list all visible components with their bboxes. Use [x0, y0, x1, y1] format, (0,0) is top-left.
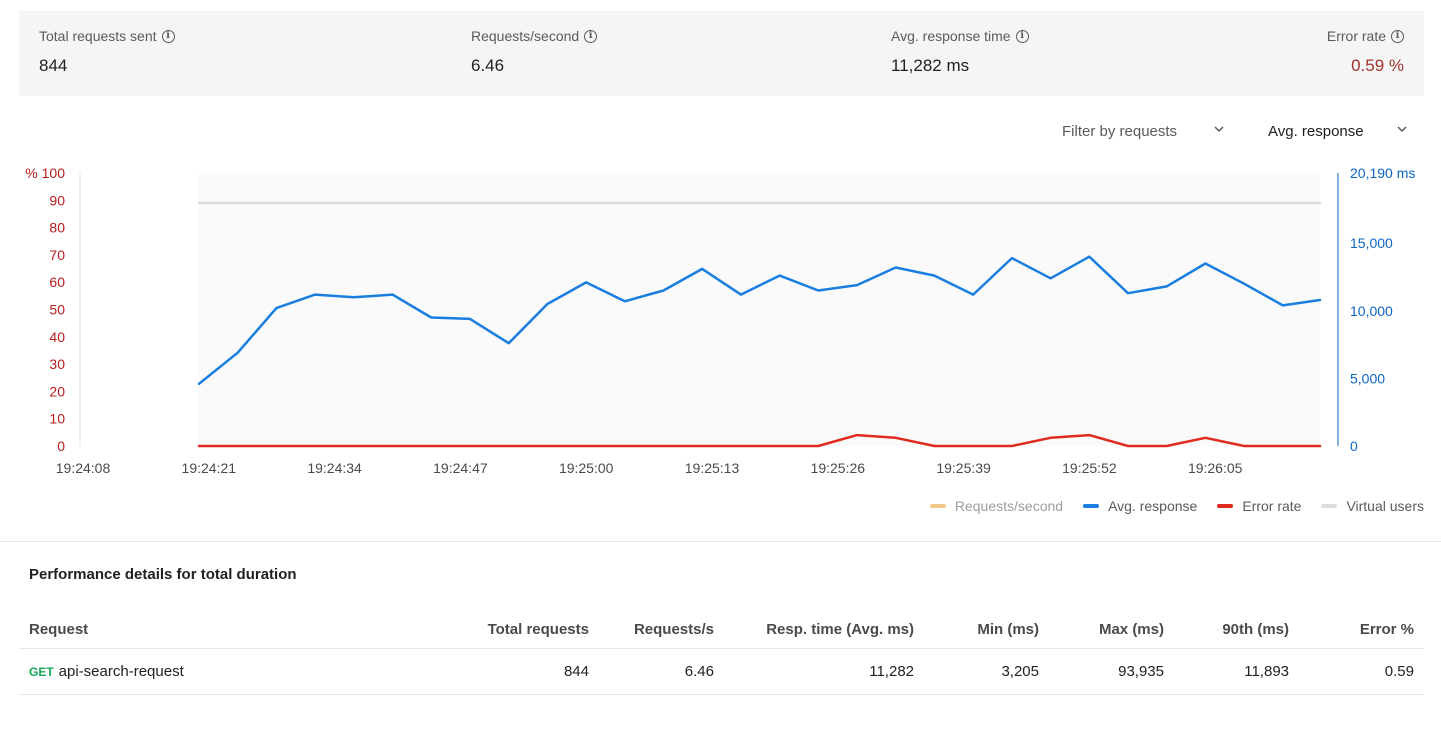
stat-value: 0.59 % — [1351, 56, 1404, 75]
left-axis-tick-label: 80 — [49, 220, 65, 236]
left-axis-tick-label: 50 — [49, 302, 65, 318]
stat-value: 6.46 — [471, 56, 505, 75]
column-header-request[interactable]: Request — [19, 610, 424, 649]
table-row[interactable]: GET api-search-request 844 6.46 11,282 3,… — [19, 648, 1424, 695]
request-name: api-search-request — [58, 663, 184, 680]
x-axis-ticks: 19:24:08 19:24:21 19:24:34 19:24:47 19:25:00… — [56, 460, 1243, 476]
right-axis-tick-label: 20,190 ms — [1350, 165, 1415, 181]
x-axis-tick-label: 19:24:08 — [56, 460, 111, 476]
legend-swatch — [929, 504, 946, 508]
x-axis-tick-label: 19:25:13 — [685, 460, 740, 476]
x-axis-tick-label: 19:25:00 — [559, 460, 614, 476]
stat-label: Requests/second — [471, 28, 580, 44]
x-axis-tick-label: 19:25:52 — [1062, 460, 1117, 476]
metric-select-dropdown[interactable]: Avg. response — [1268, 118, 1410, 144]
left-axis-tick-label: 60 — [49, 274, 65, 290]
left-axis-tick-label: % 100 — [25, 165, 65, 181]
left-axis-tick-label: 30 — [49, 356, 65, 372]
column-header-p90[interactable]: 90th (ms) — [1174, 610, 1299, 649]
x-axis-tick-label: 19:24:21 — [182, 460, 237, 476]
chart-legend: Requests/second Avg. response Error rate… — [929, 498, 1424, 514]
error-percent-cell: 0.59 — [1299, 648, 1424, 695]
dropdown-label: Avg. response — [1268, 122, 1364, 140]
left-axis-tick-label: 0 — [57, 438, 65, 454]
stat-value: 844 — [39, 56, 68, 75]
right-axis-tick-label: 5,000 — [1350, 370, 1385, 386]
resp-time-cell: 11,282 — [724, 648, 924, 695]
section-divider — [0, 541, 1441, 542]
right-axis-tick-label: 0 — [1350, 438, 1358, 454]
total-requests-cell: 844 — [424, 648, 599, 695]
table-header-row: Request Total requests Requests/s Resp. … — [19, 610, 1424, 649]
x-axis-tick-label: 19:25:26 — [811, 460, 866, 476]
stat-value: 11,282 ms — [891, 56, 970, 75]
legend-swatch — [1321, 504, 1338, 508]
info-icon[interactable]: i — [161, 29, 175, 43]
max-cell: 93,935 — [1049, 648, 1174, 695]
legend-item-error-rate[interactable]: Error rate — [1217, 498, 1301, 514]
left-axis-tick-label: 40 — [49, 329, 65, 345]
request-cell: GET api-search-request — [19, 648, 424, 695]
legend-swatch — [1217, 504, 1234, 508]
column-header-max[interactable]: Max (ms) — [1049, 610, 1174, 649]
section-title: Performance details for total duration — [29, 566, 297, 583]
info-icon[interactable]: i — [1015, 29, 1029, 43]
legend-label: Error rate — [1242, 498, 1302, 514]
column-header-resp-time[interactable]: Resp. time (Avg. ms) — [724, 610, 924, 649]
left-axis-tick-label: 10 — [49, 411, 65, 427]
legend-swatch — [1083, 504, 1100, 508]
column-header-requests-per-second[interactable]: Requests/s — [599, 610, 724, 649]
right-axis-ticks: 0 5,000 10,000 15,000 20,190 ms — [1350, 165, 1415, 454]
performance-line-chart: 0 10 20 30 40 50 60 70 80 90 % 100 0 5,000 10,000 15,… — [25, 165, 1415, 476]
left-axis-ticks: 0 10 20 30 40 50 60 70 80 90 % 100 — [25, 165, 65, 454]
chevron-down-icon — [1213, 122, 1225, 139]
column-header-min[interactable]: Min (ms) — [924, 610, 1049, 649]
info-icon[interactable]: i — [1391, 29, 1404, 43]
x-axis-tick-label: 19:24:34 — [307, 460, 362, 476]
x-axis-tick-label: 19:24:47 — [433, 460, 488, 476]
dropdown-label: Filter by requests — [1062, 122, 1178, 140]
performance-details-table: Request Total requests Requests/s Resp. … — [19, 610, 1424, 695]
left-axis-tick-label: 20 — [49, 383, 65, 399]
requests-per-second-cell: 6.46 — [599, 648, 724, 695]
stat-error-rate: Error rate i 0.59 % — [1284, 11, 1404, 96]
plot-area-background — [199, 173, 1320, 446]
summary-stats-bar: Total requests sent i 844 Requests/second… — [19, 11, 1424, 96]
right-axis-tick-label: 10,000 — [1350, 303, 1393, 319]
chevron-down-icon — [1396, 122, 1408, 139]
legend-label: Virtual users — [1346, 498, 1424, 514]
legend-label: Avg. response — [1108, 498, 1198, 514]
legend-item-avg-response[interactable]: Avg. response — [1083, 498, 1197, 514]
x-axis-tick-label: 19:25:39 — [936, 460, 991, 476]
left-axis-tick-label: 70 — [49, 247, 65, 263]
filter-by-requests-dropdown[interactable]: Filter by requests — [1062, 118, 1228, 144]
x-axis-tick-label: 19:26:05 — [1188, 460, 1243, 476]
stat-label: Avg. response time — [891, 28, 1011, 44]
min-cell: 3,205 — [924, 648, 1049, 695]
p90-cell: 11,893 — [1174, 648, 1299, 695]
left-axis-tick-label: 90 — [49, 192, 65, 208]
info-icon[interactable]: i — [584, 29, 598, 43]
column-header-error-percent[interactable]: Error % — [1299, 610, 1424, 649]
http-method-badge: GET — [29, 665, 54, 679]
column-header-total-requests[interactable]: Total requests — [424, 610, 599, 649]
stat-label: Error rate — [1326, 28, 1386, 44]
stat-label: Total requests sent — [39, 28, 157, 44]
legend-item-requests-per-second[interactable]: Requests/second — [929, 498, 1064, 514]
legend-label: Requests/second — [954, 498, 1064, 514]
legend-item-virtual-users[interactable]: Virtual users — [1321, 498, 1424, 514]
right-axis-tick-label: 15,000 — [1350, 235, 1393, 251]
